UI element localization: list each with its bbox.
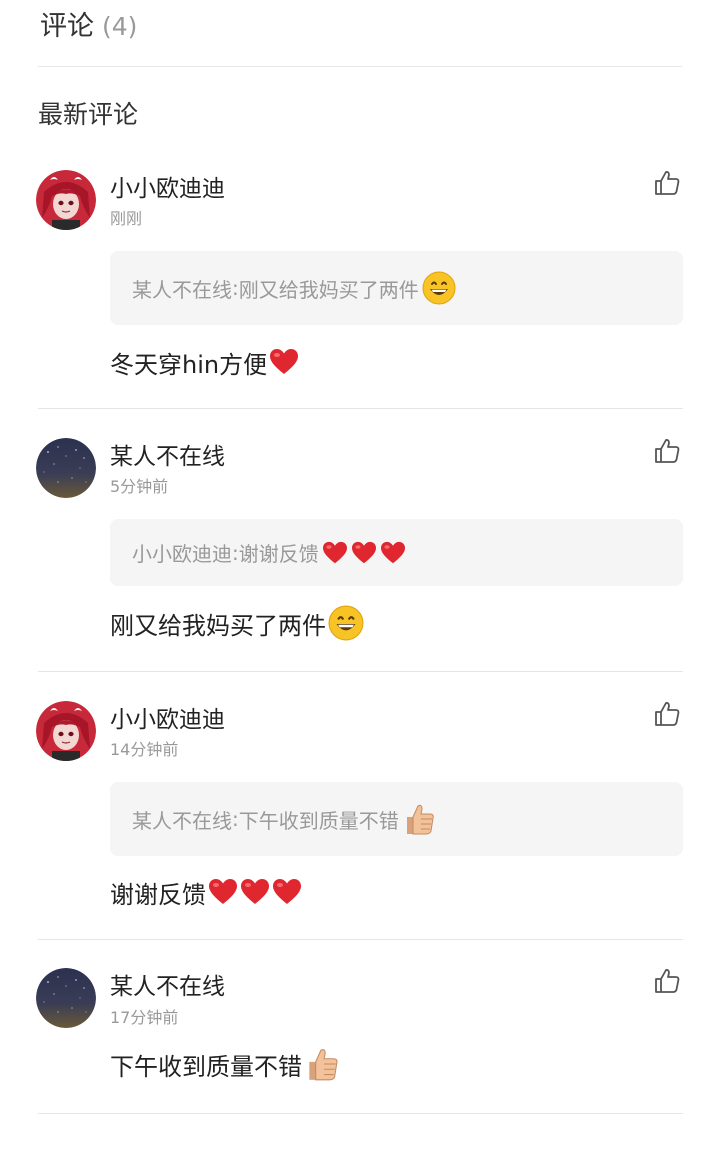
comments-header: 评论 (4) — [40, 4, 137, 44]
user-avatar[interactable] — [36, 438, 96, 498]
reply-author: 某人不在线 — [132, 808, 232, 833]
night-sky-avatar-icon — [36, 438, 96, 498]
header-divider — [38, 66, 682, 67]
comment-body-text: 刚又给我妈买了两件 — [110, 611, 326, 640]
red-heart-icon — [209, 879, 237, 904]
comment-body: 谢谢反馈 — [110, 873, 302, 911]
comment-time: 17分钟前 — [110, 1008, 179, 1027]
comment-divider — [38, 939, 683, 940]
user-avatar[interactable] — [36, 968, 96, 1028]
anime-avatar-icon — [36, 701, 96, 761]
comments-count: (4) — [102, 12, 138, 41]
reply-author: 某人不在线 — [132, 277, 232, 302]
comment-body-text: 谢谢反馈 — [110, 880, 206, 909]
red-heart-icon — [351, 541, 376, 563]
comment-username[interactable]: 某人不在线 — [110, 437, 225, 471]
red-heart-icon — [380, 541, 405, 563]
latest-comments-title: 最新评论 — [38, 100, 139, 129]
comment-time: 14分钟前 — [110, 740, 179, 759]
reply-separator: : — [232, 807, 239, 831]
thumbs-up-like-icon[interactable] — [652, 436, 682, 466]
reply-text: 刚又给我妈买了两件 — [238, 277, 419, 302]
comment-time: 5分钟前 — [110, 477, 169, 496]
thumbs-up-like-icon[interactable] — [652, 966, 682, 996]
reply-separator: : — [232, 276, 239, 300]
user-avatar[interactable] — [36, 701, 96, 761]
comment-body: 下午收到质量不错 — [110, 1044, 340, 1084]
red-heart-icon — [241, 879, 269, 904]
grinning-face-icon — [422, 271, 456, 305]
quoted-reply[interactable]: 某人不在线: 刚又给我妈买了两件 — [110, 251, 683, 325]
anime-avatar-icon — [36, 170, 96, 230]
reply-text: 下午收到质量不错 — [238, 808, 399, 833]
comment-time: 刚刚 — [110, 209, 143, 228]
red-heart-icon — [273, 879, 301, 904]
comments-title: 评论 — [40, 11, 94, 42]
thumbs-up-icon — [406, 804, 434, 835]
red-heart-icon — [322, 541, 347, 563]
thumbs-up-like-icon[interactable] — [652, 168, 682, 198]
comment-body-text: 下午收到质量不错 — [110, 1052, 302, 1081]
user-avatar[interactable] — [36, 170, 96, 230]
reply-author: 小小欧迪迪 — [132, 542, 232, 566]
thumbs-up-like-icon[interactable] — [652, 699, 682, 729]
comment-username[interactable]: 小小欧迪迪 — [110, 700, 225, 734]
thumbs-up-icon — [309, 1049, 338, 1081]
reply-text: 谢谢反馈 — [238, 542, 319, 566]
comment-body-text: 冬天穿hin方便 — [110, 350, 268, 379]
comment-divider — [38, 408, 683, 409]
comment-body: 刚又给我妈买了两件 — [110, 604, 364, 642]
quoted-reply[interactable]: 某人不在线: 下午收到质量不错 — [110, 782, 683, 856]
reply-separator: : — [232, 540, 239, 565]
comment-body: 冬天穿hin方便 — [110, 344, 299, 380]
comment-username[interactable]: 小小欧迪迪 — [110, 169, 225, 203]
comment-username[interactable]: 某人不在线 — [110, 967, 225, 1001]
night-sky-avatar-icon — [36, 968, 96, 1028]
grinning-face-icon — [328, 605, 364, 641]
red-heart-icon — [270, 349, 299, 374]
quoted-reply[interactable]: 小小欧迪迪: 谢谢反馈 — [110, 519, 683, 586]
comment-divider — [38, 671, 683, 672]
comment-divider — [38, 1113, 683, 1114]
comments-page: 评论 (4) 最新评论 小小欧迪迪 刚刚 某人不在线: 刚又给我妈买了两件 冬天… — [0, 0, 720, 1176]
